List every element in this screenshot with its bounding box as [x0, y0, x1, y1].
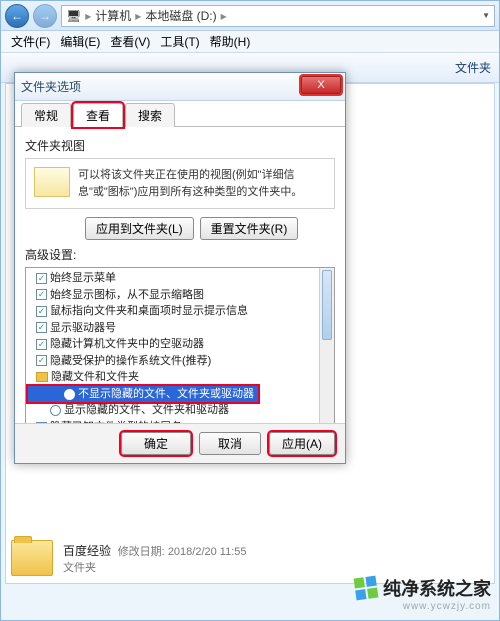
scrollbar[interactable]	[319, 268, 334, 426]
checkbox-icon[interactable]: ✓	[36, 289, 47, 300]
tree-item-label: 始终显示图标，从不显示缩略图	[50, 287, 204, 304]
radio-icon[interactable]	[50, 405, 61, 416]
chevron-down-icon[interactable]: ▼	[482, 11, 490, 20]
tree-item[interactable]: ✓显示驱动器号	[28, 320, 318, 337]
dialog-body: 文件夹视图 可以将该文件夹正在使用的视图(例如"详细信息"或"图标")应用到所有…	[15, 127, 345, 464]
tree-item[interactable]: ✓鼠标指向文件夹和桌面项时显示提示信息	[28, 303, 318, 320]
cancel-button[interactable]: 取消	[199, 432, 261, 455]
tree-item-label: 隐藏受保护的操作系统文件(推荐)	[50, 353, 211, 370]
apply-button[interactable]: 应用(A)	[269, 432, 335, 455]
scrollbar-thumb[interactable]	[322, 270, 332, 340]
ok-button[interactable]: 确定	[121, 432, 191, 455]
forward-button[interactable]: →	[33, 4, 57, 28]
reset-folders-button[interactable]: 重置文件夹(R)	[200, 217, 299, 240]
advanced-label: 高级设置:	[25, 246, 335, 263]
checkbox-icon[interactable]: ✓	[36, 306, 47, 317]
advanced-tree[interactable]: ✓始终显示菜单✓始终显示图标，从不显示缩略图✓鼠标指向文件夹和桌面项时显示提示信…	[25, 267, 335, 427]
file-text: 百度经验 修改日期: 2018/2/20 11:55 文件夹	[63, 542, 247, 575]
tree-item-label: 显示驱动器号	[50, 320, 116, 337]
checkbox-icon[interactable]: ✓	[36, 339, 47, 350]
chevron-right-icon: ▸	[85, 9, 91, 23]
tab-search[interactable]: 搜索	[125, 103, 175, 127]
file-date: 2018/2/20 11:55	[168, 546, 247, 558]
tree-item-label: 始终显示菜单	[50, 270, 116, 287]
menu-view[interactable]: 查看(V)	[106, 31, 154, 52]
menu-file[interactable]: 文件(F)	[7, 31, 54, 52]
folder-view-label: 文件夹视图	[25, 137, 335, 154]
folder-view-icon	[34, 167, 70, 197]
watermark-brand: 纯净系统之家	[383, 575, 491, 601]
tree-item-label: 鼠标指向文件夹和桌面项时显示提示信息	[50, 303, 248, 320]
tab-general[interactable]: 常规	[21, 103, 71, 127]
menu-edit[interactable]: 编辑(E)	[56, 31, 104, 52]
tab-view[interactable]: 查看	[73, 103, 123, 127]
checkbox-icon[interactable]: ✓	[36, 273, 47, 284]
folder-icon	[11, 540, 53, 576]
back-button[interactable]: ←	[5, 4, 29, 28]
tree-item[interactable]: ✓始终显示菜单	[28, 270, 318, 287]
folder-view-desc: 可以将该文件夹正在使用的视图(例如"详细信息"或"图标")应用到所有这种类型的文…	[78, 167, 326, 200]
chevron-right-icon: ▸	[135, 9, 141, 23]
folder-options-dialog: 文件夹选项 X 常规 查看 搜索 文件夹视图 可以将该文件夹正在使用的视图(例如…	[14, 72, 346, 464]
checkbox-icon[interactable]: ✓	[36, 355, 47, 366]
apply-to-folders-button[interactable]: 应用到文件夹(L)	[85, 217, 194, 240]
chevron-right-icon: ▸	[221, 9, 227, 23]
folder-icon	[36, 372, 48, 382]
close-button[interactable]: X	[301, 76, 341, 94]
dialog-tabs: 常规 查看 搜索	[15, 101, 345, 127]
address-bar[interactable]: 🖥 ▸ 计算机 ▸ 本地磁盘 (D:) ▸ ▼	[61, 5, 495, 27]
tree-item-label: 隐藏文件和文件夹	[51, 369, 139, 386]
dialog-titlebar[interactable]: 文件夹选项 X	[15, 73, 345, 101]
breadcrumb-drive[interactable]: 本地磁盘 (D:)	[145, 7, 216, 24]
tree-item[interactable]: 隐藏文件和文件夹	[28, 369, 318, 386]
tree-item[interactable]: 不显示隐藏的文件、文件夹或驱动器	[28, 386, 258, 403]
watermark: 纯净系统之家 www.ycwzjy.com	[355, 575, 491, 612]
tree-item-label: 隐藏计算机文件夹中的空驱动器	[50, 336, 204, 353]
watermark-logo-icon	[354, 576, 379, 601]
file-name: 百度经验	[63, 544, 111, 558]
radio-icon[interactable]	[64, 389, 75, 400]
menu-help[interactable]: 帮助(H)	[206, 31, 255, 52]
tree-item[interactable]: 显示隐藏的文件、文件夹和驱动器	[28, 402, 318, 419]
dialog-title: 文件夹选项	[21, 78, 81, 95]
menu-bar: 文件(F) 编辑(E) 查看(V) 工具(T) 帮助(H)	[1, 31, 499, 53]
tree-item[interactable]: ✓隐藏计算机文件夹中的空驱动器	[28, 336, 318, 353]
watermark-url: www.ycwzjy.com	[355, 601, 491, 612]
computer-icon: 🖥	[66, 9, 81, 23]
file-type: 文件夹	[63, 559, 247, 575]
file-meta-label: 修改日期:	[118, 546, 165, 558]
file-item[interactable]: 百度经验 修改日期: 2018/2/20 11:55 文件夹	[11, 540, 247, 576]
tree-item[interactable]: ✓始终显示图标，从不显示缩略图	[28, 287, 318, 304]
dialog-footer: 确定 取消 应用(A)	[15, 423, 345, 463]
menu-tools[interactable]: 工具(T)	[156, 31, 203, 52]
toolbar-label: 文件夹	[455, 59, 491, 76]
checkbox-icon[interactable]: ✓	[36, 322, 47, 333]
explorer-titlebar: ← → 🖥 ▸ 计算机 ▸ 本地磁盘 (D:) ▸ ▼	[1, 1, 499, 31]
tree-item-label: 显示隐藏的文件、文件夹和驱动器	[64, 402, 229, 419]
tree-item[interactable]: ✓隐藏受保护的操作系统文件(推荐)	[28, 353, 318, 370]
tree-item-label: 不显示隐藏的文件、文件夹或驱动器	[78, 386, 254, 403]
folder-view-box: 可以将该文件夹正在使用的视图(例如"详细信息"或"图标")应用到所有这种类型的文…	[25, 158, 335, 209]
breadcrumb-computer[interactable]: 计算机	[95, 7, 131, 24]
